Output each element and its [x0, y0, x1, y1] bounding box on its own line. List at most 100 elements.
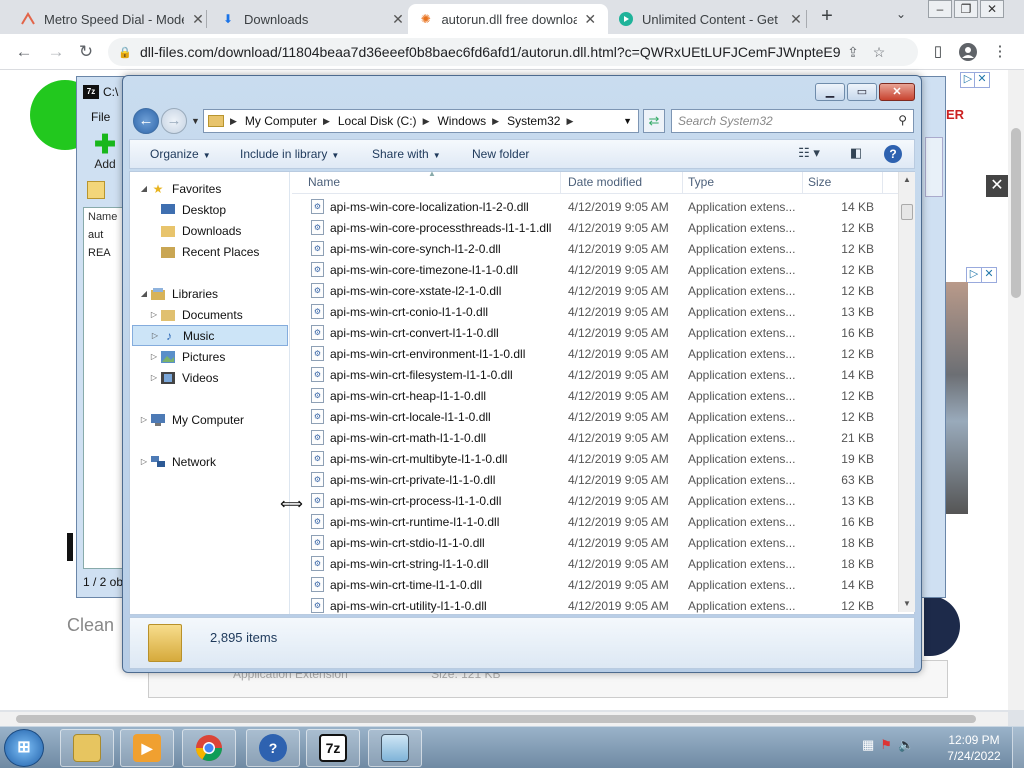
tab-close-icon[interactable]: ✕ [390, 11, 406, 28]
table-row[interactable]: ⚙ api-ms-win-core-localization-l1-2-0.dll… [292, 196, 902, 217]
breadcrumb-arrow-icon[interactable]: ▶ [423, 116, 430, 127]
share-icon[interactable]: ⇪ [840, 44, 866, 61]
table-row[interactable]: ⚙ api-ms-win-crt-process-l1-1-0.dll 4/12/2… [292, 490, 902, 511]
ad-close-icon[interactable]: ✕ [981, 267, 997, 283]
expand-arrow-icon[interactable]: ▷ [148, 352, 160, 361]
collapse-arrow-icon[interactable]: ◢ [138, 184, 150, 193]
folder-up-icon[interactable] [87, 181, 105, 199]
tab-close-icon[interactable]: ✕ [190, 11, 206, 28]
ad-close-icon[interactable]: ✕ [974, 72, 990, 88]
minimize-icon[interactable]: ▁ [815, 83, 845, 101]
address-breadcrumb[interactable]: ▶ My Computer ▶ Local Disk (C:) ▶ Window… [203, 109, 639, 133]
breadcrumb-arrow-icon[interactable]: ▶ [323, 116, 330, 127]
tab-search-chevron-icon[interactable]: ⌄ [896, 7, 906, 21]
breadcrumb-local-disk[interactable]: Local Disk (C:) [338, 114, 417, 128]
list-item[interactable]: aut [84, 226, 127, 244]
minimize-icon[interactable]: – [928, 0, 952, 18]
share-with-button[interactable]: Share with ▼ [372, 147, 441, 161]
back-arrow-icon[interactable]: ← [133, 108, 159, 134]
table-row[interactable]: ⚙ api-ms-win-crt-utility-l1-1-0.dll 4/12/2… [292, 595, 902, 616]
table-row[interactable]: ⚙ api-ms-win-crt-string-l1-1-0.dll 4/12/20… [292, 553, 902, 574]
nav-pictures[interactable]: ▷ Pictures [148, 346, 225, 367]
taskbar-chrome[interactable] [182, 729, 236, 767]
table-row[interactable]: ⚙ api-ms-win-crt-conio-l1-1-0.dll 4/12/201… [292, 301, 902, 322]
nav-recent-places[interactable]: Recent Places [160, 241, 259, 262]
page-vertical-scrollbar[interactable] [1008, 70, 1024, 710]
table-row[interactable]: ⚙ api-ms-win-crt-stdio-l1-1-0.dll 4/12/201… [292, 532, 902, 553]
table-row[interactable]: ⚙ api-ms-win-crt-convert-l1-1-0.dll 4/12/2… [292, 322, 902, 343]
tab-close-icon[interactable]: ✕ [583, 11, 598, 28]
volume-icon[interactable]: 🔈 [898, 737, 920, 752]
file-list-scrollbar[interactable]: ▲ ▼ [898, 172, 915, 612]
recent-pages-chevron-icon[interactable]: ▼ [191, 116, 200, 126]
close-icon[interactable]: ✕ [879, 83, 915, 101]
scroll-down-icon[interactable]: ▼ [899, 596, 915, 612]
column-header-name[interactable]: Name [84, 208, 127, 226]
nav-videos[interactable]: ▷ Videos [148, 367, 219, 388]
breadcrumb-arrow-icon[interactable]: ▶ [230, 116, 237, 127]
nav-libraries[interactable]: ◢ Libraries [138, 283, 218, 304]
collapse-arrow-icon[interactable]: ◢ [138, 289, 150, 298]
breadcrumb-my-computer[interactable]: My Computer [245, 114, 317, 128]
column-header-type[interactable]: Type [688, 175, 714, 191]
scrollbar-thumb[interactable] [16, 715, 976, 723]
navigation-pane[interactable]: ◢ ★ Favorites Desktop Downloads Recent P… [130, 172, 303, 614]
column-divider[interactable] [560, 172, 561, 194]
nav-network[interactable]: ▷ Network [138, 451, 216, 472]
scrollbar-thumb[interactable] [901, 204, 913, 220]
tab-downloads[interactable]: ⬇ Downloads ✕ [210, 4, 416, 34]
table-row[interactable]: ⚙ api-ms-win-crt-math-l1-1-0.dll 4/12/2019… [292, 427, 902, 448]
add-button[interactable]: ✚ Add [85, 131, 125, 171]
expand-arrow-icon[interactable]: ▷ [138, 457, 150, 466]
close-icon[interactable]: ✕ [980, 0, 1004, 18]
taskbar-media-player[interactable]: ▶ [120, 729, 174, 767]
overlay-close-button[interactable]: ✕ [986, 175, 1008, 197]
column-header-name[interactable]: Name [308, 175, 340, 191]
page-horizontal-scrollbar[interactable] [0, 712, 1008, 726]
list-item[interactable]: REA [84, 244, 127, 262]
address-bar[interactable]: 🔒 dll-files.com/download/11804beaa7d36ee… [108, 38, 918, 66]
search-input[interactable]: Search System32 ⚲ [671, 109, 914, 133]
table-row[interactable]: ⚙ api-ms-win-crt-time-l1-1-0.dll 4/12/2019… [292, 574, 902, 595]
breadcrumb-windows[interactable]: Windows [437, 114, 486, 128]
nav-downloads[interactable]: Downloads [160, 220, 241, 241]
new-folder-button[interactable]: New folder [472, 147, 529, 161]
include-in-library-button[interactable]: Include in library ▼ [240, 147, 339, 161]
taskbar-app[interactable] [368, 729, 422, 767]
tab-metro-speed-dial[interactable]: Metro Speed Dial - Mode ✕ [10, 4, 216, 34]
forward-arrow-icon[interactable]: → [46, 42, 66, 62]
nav-desktop[interactable]: Desktop [160, 199, 226, 220]
tab-close-icon[interactable]: ✕ [788, 11, 804, 28]
organize-button[interactable]: Organize ▼ [150, 147, 211, 161]
maximize-icon[interactable]: ▭ [847, 83, 877, 101]
breadcrumb-system32[interactable]: System32 [507, 114, 560, 128]
new-tab-button[interactable]: + [816, 6, 838, 28]
table-row[interactable]: ⚙ api-ms-win-core-timezone-l1-1-0.dll 4/12… [292, 259, 902, 280]
table-row[interactable]: ⚙ api-ms-win-crt-environment-l1-1-0.dll 4/… [292, 343, 902, 364]
table-row[interactable]: ⚙ api-ms-win-core-processthreads-l1-1-1.d… [292, 217, 902, 238]
scrollbar-thumb[interactable] [1011, 128, 1021, 298]
scroll-up-icon[interactable]: ▲ [899, 172, 915, 188]
nav-documents[interactable]: ▷ Documents [148, 304, 243, 325]
expand-arrow-icon[interactable]: ▷ [148, 373, 160, 382]
kebab-menu-icon[interactable]: ⋮ [990, 43, 1010, 63]
preview-pane-icon[interactable]: ◧ [846, 145, 866, 163]
menu-file[interactable]: File [85, 107, 125, 127]
address-dropdown-icon[interactable]: ▼ [623, 116, 632, 126]
breadcrumb-arrow-icon[interactable]: ▶ [492, 116, 499, 127]
nav-my-computer[interactable]: ▷ My Computer [138, 409, 244, 430]
column-divider[interactable] [682, 172, 683, 194]
column-header-size[interactable]: Size [808, 175, 831, 191]
table-row[interactable]: ⚙ api-ms-win-crt-multibyte-l1-1-0.dll 4/12… [292, 448, 902, 469]
action-center-flag-icon[interactable]: ⚑ [880, 737, 898, 752]
help-icon[interactable]: ? [884, 145, 902, 163]
expand-arrow-icon[interactable]: ▷ [138, 415, 150, 424]
table-row[interactable]: ⚙ api-ms-win-crt-filesystem-l1-1-0.dll 4/1… [292, 364, 902, 385]
table-row[interactable]: ⚙ api-ms-win-crt-private-l1-1-0.dll 4/12/2… [292, 469, 902, 490]
file-list[interactable]: ▲ Name Date modified Type Size ⚙ api-ms-w… [292, 169, 916, 616]
column-header-date[interactable]: Date modified [568, 175, 642, 191]
clock[interactable]: 12:09 PM 7/24/2022 [944, 732, 1004, 764]
reload-icon[interactable]: ↻ [76, 42, 96, 62]
taskbar-help[interactable]: ? [246, 729, 300, 767]
expand-arrow-icon[interactable]: ▷ [148, 310, 160, 319]
